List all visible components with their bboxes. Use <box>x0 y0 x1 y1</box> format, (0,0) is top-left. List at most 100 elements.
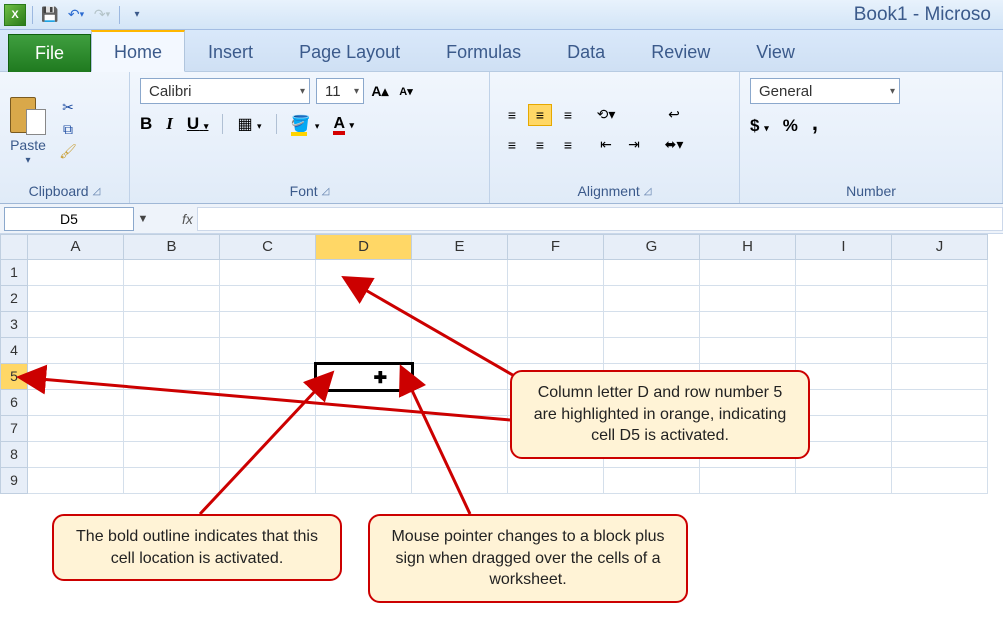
fx-icon[interactable]: fx <box>182 211 193 227</box>
font-size-combo[interactable]: 11 <box>316 78 364 104</box>
tab-formulas[interactable]: Formulas <box>423 32 544 71</box>
cell-D1[interactable] <box>316 260 412 286</box>
cell-I2[interactable] <box>796 286 892 312</box>
cell-D2[interactable] <box>316 286 412 312</box>
col-header-h[interactable]: H <box>700 234 796 260</box>
paste-button[interactable]: Paste ▾ <box>10 93 46 166</box>
cell-D6[interactable] <box>316 390 412 416</box>
comma-button[interactable]: , <box>812 116 818 136</box>
currency-button[interactable]: $ ▾ <box>750 116 769 136</box>
col-header-e[interactable]: E <box>412 234 508 260</box>
copy-icon[interactable]: ⧉ <box>58 122 78 138</box>
row-header-9[interactable]: 9 <box>0 468 28 494</box>
increase-indent-icon[interactable]: ⇥ <box>622 134 646 156</box>
italic-button[interactable]: I <box>166 114 173 134</box>
tab-insert[interactable]: Insert <box>185 32 276 71</box>
cell-B9[interactable] <box>124 468 220 494</box>
col-header-d[interactable]: D <box>316 234 412 260</box>
cell-C9[interactable] <box>220 468 316 494</box>
cell-B8[interactable] <box>124 442 220 468</box>
cell-I6[interactable] <box>796 390 892 416</box>
cell-I9[interactable] <box>796 468 892 494</box>
tab-review[interactable]: Review <box>628 32 733 71</box>
cell-E1[interactable] <box>412 260 508 286</box>
cell-E9[interactable] <box>412 468 508 494</box>
cell-A9[interactable] <box>28 468 124 494</box>
formula-input[interactable] <box>197 207 1003 231</box>
cell-I1[interactable] <box>796 260 892 286</box>
cell-E2[interactable] <box>412 286 508 312</box>
cell-D8[interactable] <box>316 442 412 468</box>
row-header-1[interactable]: 1 <box>0 260 28 286</box>
cell-F4[interactable] <box>508 338 604 364</box>
cell-A1[interactable] <box>28 260 124 286</box>
cell-C7[interactable] <box>220 416 316 442</box>
undo-icon[interactable]: ↶▾ <box>65 4 87 26</box>
cell-C6[interactable] <box>220 390 316 416</box>
cell-D3[interactable] <box>316 312 412 338</box>
cell-E4[interactable] <box>412 338 508 364</box>
percent-button[interactable]: % <box>783 116 798 136</box>
cell-J1[interactable] <box>892 260 988 286</box>
cell-D5[interactable]: ✚ <box>316 364 412 390</box>
cell-I8[interactable] <box>796 442 892 468</box>
cell-E5[interactable] <box>412 364 508 390</box>
cell-D7[interactable] <box>316 416 412 442</box>
cell-F1[interactable] <box>508 260 604 286</box>
cell-A6[interactable] <box>28 390 124 416</box>
cell-C5[interactable] <box>220 364 316 390</box>
tab-page-layout[interactable]: Page Layout <box>276 32 423 71</box>
cell-J3[interactable] <box>892 312 988 338</box>
cell-J5[interactable] <box>892 364 988 390</box>
align-left-icon[interactable]: ≡ <box>500 134 524 156</box>
cell-J2[interactable] <box>892 286 988 312</box>
number-format-combo[interactable]: General <box>750 78 900 104</box>
cell-I4[interactable] <box>796 338 892 364</box>
tab-data[interactable]: Data <box>544 32 628 71</box>
cell-H4[interactable] <box>700 338 796 364</box>
cell-I7[interactable] <box>796 416 892 442</box>
wrap-text-icon[interactable]: ↩ <box>660 104 688 126</box>
excel-icon[interactable]: X <box>4 4 26 26</box>
col-header-g[interactable]: G <box>604 234 700 260</box>
fill-color-icon[interactable]: 🪣 ▾ <box>291 114 320 134</box>
cell-C8[interactable] <box>220 442 316 468</box>
redo-icon[interactable]: ↷▾ <box>91 4 113 26</box>
cell-B1[interactable] <box>124 260 220 286</box>
format-painter-icon[interactable]: 🖌 <box>58 144 78 160</box>
col-header-b[interactable]: B <box>124 234 220 260</box>
cell-G3[interactable] <box>604 312 700 338</box>
row-header-3[interactable]: 3 <box>0 312 28 338</box>
cell-E3[interactable] <box>412 312 508 338</box>
name-box[interactable]: D5 <box>4 207 134 231</box>
font-dialog-launcher-icon[interactable]: ◿ <box>322 186 330 197</box>
cell-D9[interactable] <box>316 468 412 494</box>
cell-H9[interactable] <box>700 468 796 494</box>
cell-J6[interactable] <box>892 390 988 416</box>
align-right-icon[interactable]: ≡ <box>556 134 580 156</box>
merge-center-icon[interactable]: ⬌▾ <box>660 134 688 156</box>
qat-customize-icon[interactable]: ▾ <box>126 4 148 26</box>
cell-B7[interactable] <box>124 416 220 442</box>
col-header-j[interactable]: J <box>892 234 988 260</box>
cell-H1[interactable] <box>700 260 796 286</box>
cell-B3[interactable] <box>124 312 220 338</box>
cell-F2[interactable] <box>508 286 604 312</box>
alignment-dialog-launcher-icon[interactable]: ◿ <box>644 186 652 197</box>
tab-view[interactable]: View <box>733 32 818 71</box>
row-header-8[interactable]: 8 <box>0 442 28 468</box>
cell-I5[interactable] <box>796 364 892 390</box>
underline-button[interactable]: U ▾ <box>187 114 209 134</box>
decrease-indent-icon[interactable]: ⇤ <box>594 134 618 156</box>
save-icon[interactable]: 💾 <box>39 4 61 26</box>
cell-B5[interactable] <box>124 364 220 390</box>
cell-J8[interactable] <box>892 442 988 468</box>
row-header-4[interactable]: 4 <box>0 338 28 364</box>
tab-file[interactable]: File <box>8 34 91 72</box>
row-header-5[interactable]: 5 <box>0 364 28 390</box>
cell-J9[interactable] <box>892 468 988 494</box>
row-header-6[interactable]: 6 <box>0 390 28 416</box>
row-header-2[interactable]: 2 <box>0 286 28 312</box>
shrink-font-icon[interactable]: A▾ <box>396 83 416 99</box>
clipboard-dialog-launcher-icon[interactable]: ◿ <box>93 186 101 197</box>
